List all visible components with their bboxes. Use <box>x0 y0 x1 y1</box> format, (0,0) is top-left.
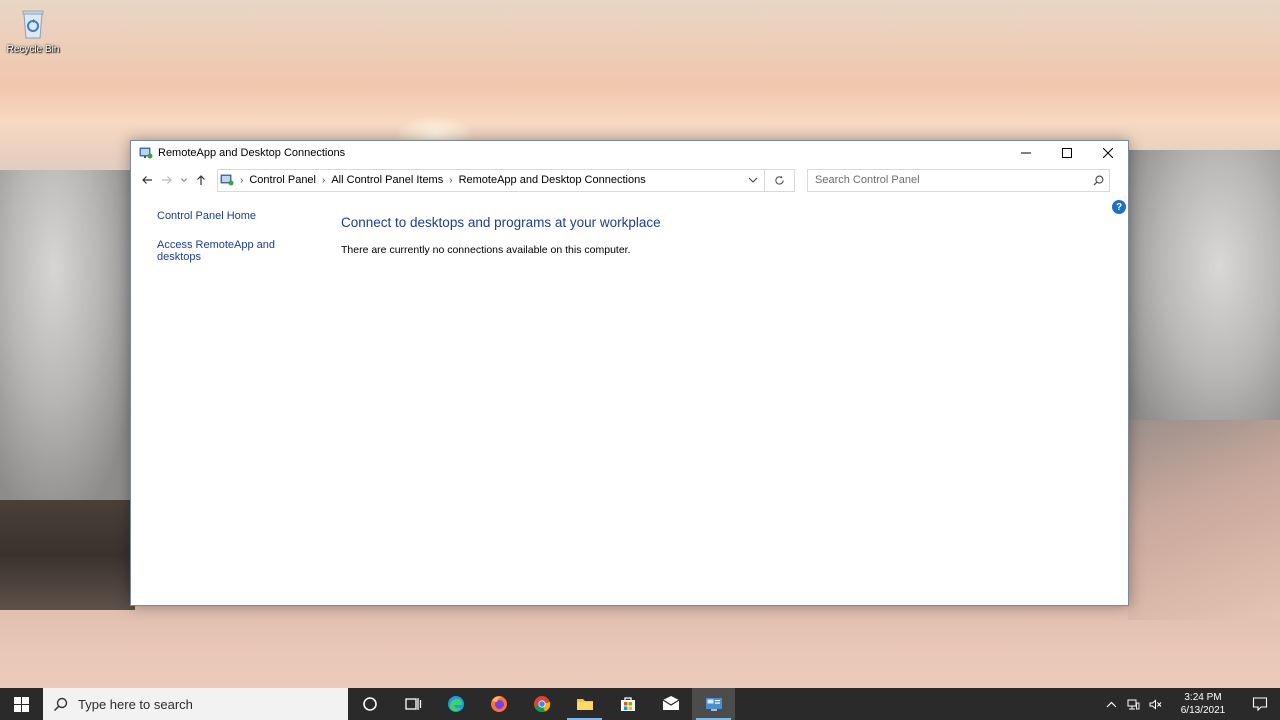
chevron-down-icon <box>748 177 758 183</box>
breadcrumb-all-items[interactable]: All Control Panel Items <box>331 174 443 186</box>
volume-muted-icon <box>1149 698 1161 710</box>
control-panel-home-link[interactable]: Control Panel Home <box>157 210 297 222</box>
address-bar[interactable]: › Control Panel › All Control Panel Item… <box>217 168 765 192</box>
breadcrumb-separator[interactable]: › <box>240 175 243 186</box>
chrome-icon <box>533 696 550 713</box>
forward-button[interactable] <box>157 169 177 191</box>
recycle-bin-icon <box>19 8 47 40</box>
up-arrow-icon <box>197 175 205 185</box>
system-tray: 3:24 PM 6/13/2021 <box>1100 688 1280 720</box>
wallpaper-snow <box>1128 420 1280 620</box>
notification-icon <box>1252 697 1268 712</box>
breadcrumb-separator[interactable]: › <box>322 175 325 186</box>
search-icon <box>53 697 68 711</box>
breadcrumb-control-panel[interactable]: Control Panel <box>249 174 316 186</box>
wallpaper-forest <box>0 500 135 610</box>
clock-time: 3:24 PM <box>1184 692 1222 703</box>
desktop-icon-label: Recycle Bin <box>6 44 60 55</box>
task-view-icon <box>404 698 421 710</box>
chrome-button[interactable] <box>520 688 563 720</box>
network-icon <box>1127 699 1139 709</box>
back-button[interactable] <box>137 169 157 191</box>
main-content: Connect to desktops and programs at your… <box>341 215 661 256</box>
firefox-button[interactable] <box>477 688 520 720</box>
taskbar-clock[interactable]: 3:24 PM 6/13/2021 <box>1172 691 1234 717</box>
up-button[interactable] <box>191 169 211 191</box>
title-bar[interactable]: RemoteApp and Desktop Connections <box>131 141 1128 165</box>
action-center-button[interactable] <box>1240 688 1280 720</box>
access-remoteapp-link[interactable]: Access RemoteApp and desktops <box>157 239 297 263</box>
wallpaper-clouds-left <box>0 170 135 500</box>
back-arrow-icon <box>142 176 152 184</box>
cortana-button[interactable] <box>348 688 391 720</box>
address-dropdown-button[interactable] <box>748 175 758 185</box>
minimize-icon <box>1020 152 1031 154</box>
status-message: There are currently no connections avail… <box>341 244 631 256</box>
close-button[interactable] <box>1087 141 1128 165</box>
cortana-icon <box>362 697 377 711</box>
minimize-button[interactable] <box>1005 141 1046 165</box>
show-hidden-icons-button[interactable] <box>1100 688 1122 720</box>
file-explorer-icon <box>576 699 593 710</box>
maximize-icon <box>1061 148 1072 158</box>
help-button[interactable]: ? <box>1112 200 1126 214</box>
maximize-button[interactable] <box>1046 141 1087 165</box>
task-view-button[interactable] <box>391 688 434 720</box>
search-icon[interactable] <box>1087 175 1109 186</box>
control-panel-location-icon <box>220 173 234 187</box>
breadcrumb-separator[interactable]: › <box>449 175 452 186</box>
mail-button[interactable] <box>649 688 692 720</box>
chevron-up-icon <box>1106 701 1116 707</box>
desktop-icon-recycle-bin[interactable]: Recycle Bin <box>4 8 62 55</box>
edge-icon <box>447 696 464 712</box>
file-explorer-button[interactable] <box>563 688 606 720</box>
breadcrumb-remoteapp[interactable]: RemoteApp and Desktop Connections <box>459 174 646 186</box>
control-panel-icon <box>705 698 722 711</box>
wallpaper-clouds-right <box>1128 150 1280 440</box>
taskbar-search-box[interactable]: Type here to search <box>43 688 348 720</box>
start-button[interactable] <box>0 688 43 720</box>
recent-locations-button[interactable] <box>177 169 191 191</box>
taskbar: Type here to search 3:24 PM 6/13/2021 <box>0 688 1280 720</box>
remoteapp-icon <box>139 146 153 160</box>
refresh-button[interactable] <box>765 168 795 192</box>
left-navigation-pane: Control Panel Home Access RemoteApp and … <box>157 210 297 263</box>
window-title: RemoteApp and Desktop Connections <box>158 147 346 159</box>
close-icon <box>1102 148 1113 158</box>
volume-button[interactable] <box>1144 688 1166 720</box>
search-box[interactable] <box>807 168 1110 192</box>
mail-icon <box>662 696 679 710</box>
search-input[interactable] <box>815 174 1087 186</box>
taskbar-search-placeholder: Type here to search <box>78 696 193 712</box>
firefox-icon <box>490 696 507 712</box>
network-button[interactable] <box>1122 688 1144 720</box>
refresh-icon <box>775 175 784 185</box>
windows-logo-icon <box>14 696 29 712</box>
forward-arrow-icon <box>162 176 172 184</box>
navigation-bar: › Control Panel › All Control Panel Item… <box>131 165 1128 195</box>
store-icon <box>620 697 635 711</box>
control-panel-taskbar-button[interactable] <box>692 688 735 720</box>
chevron-down-icon <box>181 178 187 182</box>
page-title: Connect to desktops and programs at your… <box>341 215 661 230</box>
store-button[interactable] <box>606 688 649 720</box>
clock-date: 6/13/2021 <box>1180 705 1226 716</box>
edge-button[interactable] <box>434 688 477 720</box>
control-panel-window: RemoteApp and Desktop Connections › Cont… <box>130 140 1129 606</box>
